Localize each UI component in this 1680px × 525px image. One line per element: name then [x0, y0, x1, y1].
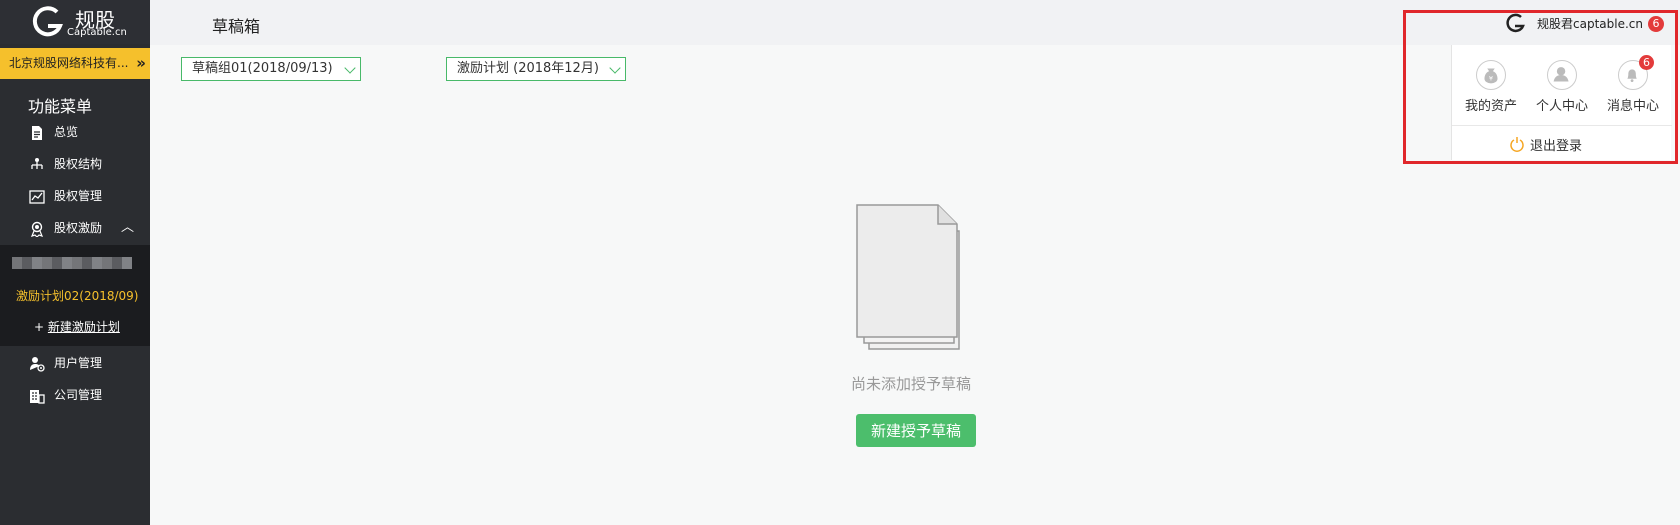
dropdown-item-message-center[interactable]: 6 消息中心: [1598, 55, 1668, 114]
incentive-plan-value: 激励计划 (2018年12月): [457, 61, 599, 76]
incentive-submenu: 激励计划02(2018/09) + 新建激励计划: [0, 245, 150, 346]
brand-sub: Captable.cn: [67, 27, 127, 38]
double-chevron-right-icon[interactable]: »: [136, 48, 146, 79]
sidebar-item-label: 股权管理: [54, 189, 103, 203]
sidebar-item-label: 公司管理: [54, 388, 103, 402]
dropdown-item-label: 个人中心: [1535, 99, 1588, 114]
user-dropdown-menu: ¥ 我的资产 个人中心 6 消息中心 退出登录: [1451, 45, 1672, 160]
bell-icon: 6: [1618, 55, 1654, 90]
sidebar-item-label: 股权结构: [54, 157, 103, 171]
new-draft-button[interactable]: 新建授予草稿: [856, 414, 976, 447]
logo[interactable]: 规股 Captable.cn: [0, 0, 175, 44]
chevron-down-icon: [344, 62, 356, 74]
user-avatar-icon: [1506, 13, 1525, 33]
chevron-down-icon: [609, 62, 621, 74]
sidebar-item-equity-structure[interactable]: 股权结构: [0, 150, 150, 178]
sidebar: 北京规股网络科技有... » 功能菜单 总览 股权结构 股权管理 股权激励 ︿ …: [0, 0, 150, 525]
sidebar-item-overview[interactable]: 总览: [0, 118, 150, 146]
top-header: 草稿箱: [150, 0, 1680, 45]
plus-sign: +: [34, 320, 48, 334]
sidebar-item-label: 股权激励: [54, 221, 103, 235]
empty-documents-icon: [856, 204, 960, 350]
divider: [1452, 125, 1672, 126]
money-bag-icon: ¥: [1476, 60, 1506, 90]
document-icon: [32, 126, 42, 140]
user-name: 规股君captable.cn: [1537, 17, 1643, 31]
captable-logo-icon: [32, 6, 63, 37]
org-chart-icon: [31, 158, 43, 169]
user-menu-trigger[interactable]: 规股君captable.cn 6: [1500, 8, 1670, 40]
user-icon: [1547, 60, 1577, 90]
draft-group-select[interactable]: 草稿组01(2018/09/13): [181, 57, 361, 81]
dropdown-item-my-assets[interactable]: ¥ 我的资产: [1456, 60, 1526, 114]
empty-state-message: 尚未添加授予草稿: [851, 375, 972, 393]
new-plan-link[interactable]: + 新建激励计划: [34, 318, 120, 335]
blurred-plan-item[interactable]: [12, 257, 132, 269]
sidebar-item-label: 总览: [54, 125, 79, 139]
svg-text:¥: ¥: [1489, 75, 1493, 83]
trend-chart-icon: [29, 190, 45, 204]
incentive-plan-select[interactable]: 激励计划 (2018年12月): [446, 57, 626, 81]
sidebar-item-equity-management[interactable]: 股权管理: [0, 182, 150, 210]
draft-group-value: 草稿组01(2018/09/13): [192, 61, 333, 76]
sidebar-item-label: 用户管理: [54, 356, 103, 370]
sidebar-item-equity-incentive[interactable]: 股权激励 ︿: [0, 214, 150, 242]
dropdown-item-personal-center[interactable]: 个人中心: [1527, 60, 1597, 114]
submenu-item-active-plan[interactable]: 激励计划02(2018/09): [16, 287, 139, 304]
new-plan-label: 新建激励计划: [47, 320, 120, 334]
dropdown-item-label: 我的资产: [1464, 99, 1517, 114]
page-title: 草稿箱: [212, 17, 261, 36]
sidebar-item-company-management[interactable]: 公司管理: [0, 381, 150, 409]
menu-title: 功能菜单: [28, 97, 93, 116]
message-badge: 6: [1639, 55, 1654, 70]
company-name: 北京规股网络科技有...: [9, 56, 129, 70]
company-selector[interactable]: 北京规股网络科技有... »: [0, 48, 150, 79]
sidebar-item-user-management[interactable]: 用户管理: [0, 349, 150, 377]
chevron-up-icon[interactable]: ︿: [121, 214, 134, 242]
power-icon: [1510, 137, 1524, 152]
logout-button[interactable]: 退出登录: [1510, 135, 1583, 154]
dropdown-item-label: 消息中心: [1606, 99, 1659, 114]
award-icon: [30, 221, 44, 237]
building-icon: [30, 390, 45, 404]
user-settings-icon: [30, 357, 45, 372]
logout-label: 退出登录: [1530, 139, 1583, 154]
notification-badge: 6: [1648, 16, 1664, 32]
